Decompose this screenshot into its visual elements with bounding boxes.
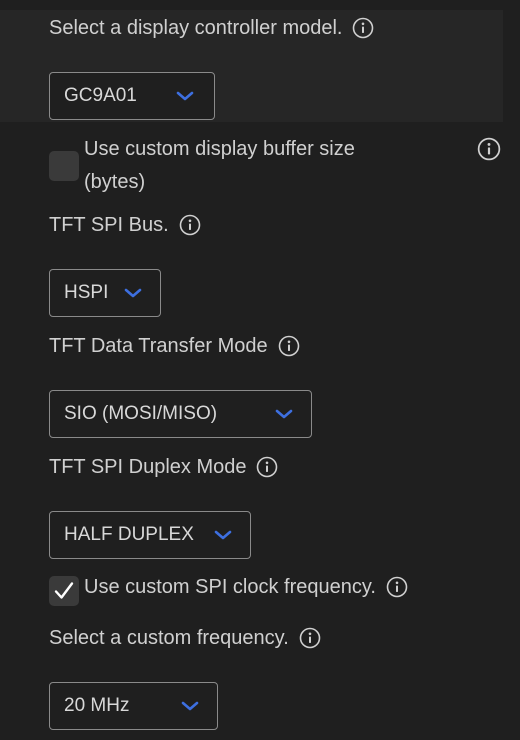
custom-clock-label: Use custom SPI clock frequency. — [84, 576, 376, 598]
display-controller-label: Select a display controller model. — [49, 17, 343, 39]
data-transfer-mode-value: SIO (MOSI/MISO) — [64, 403, 218, 424]
custom-clock-checkbox[interactable] — [49, 576, 79, 606]
chevron-down-icon — [124, 287, 142, 299]
custom-frequency-value: 20 MHz — [64, 695, 130, 716]
spi-bus-label-row: TFT SPI Bus. — [49, 213, 201, 237]
custom-frequency-select[interactable]: 20 MHz — [49, 682, 218, 730]
display-controller-select[interactable]: GC9A01 — [49, 72, 215, 120]
custom-buffer-label: Use custom display buffer size (bytes) — [84, 133, 355, 199]
duplex-mode-label: TFT SPI Duplex Mode — [49, 456, 247, 478]
info-icon[interactable] — [299, 627, 321, 649]
checkmark-icon — [54, 582, 74, 599]
info-icon[interactable] — [278, 335, 300, 357]
info-icon[interactable] — [256, 456, 278, 478]
data-transfer-mode-select[interactable]: SIO (MOSI/MISO) — [49, 390, 312, 438]
info-icon[interactable] — [352, 17, 374, 39]
spi-bus-value: HSPI — [64, 282, 109, 303]
duplex-mode-label-row: TFT SPI Duplex Mode — [49, 455, 278, 479]
custom-frequency-label: Select a custom frequency. — [49, 627, 289, 649]
chevron-down-icon — [176, 90, 194, 102]
custom-frequency-label-row: Select a custom frequency. — [49, 626, 321, 650]
spi-bus-select[interactable]: HSPI — [49, 269, 161, 317]
custom-clock-label-row: Use custom SPI clock frequency. — [84, 575, 408, 599]
display-controller-value: GC9A01 — [64, 85, 137, 106]
custom-buffer-label-line1: Use custom display buffer size — [84, 138, 355, 160]
info-icon[interactable] — [386, 576, 408, 598]
duplex-mode-value: HALF DUPLEX — [64, 524, 194, 545]
data-transfer-mode-label-row: TFT Data Transfer Mode — [49, 334, 300, 358]
duplex-mode-select[interactable]: HALF DUPLEX — [49, 511, 251, 559]
chevron-down-icon — [214, 529, 232, 541]
info-icon[interactable] — [477, 137, 501, 161]
data-transfer-mode-label: TFT Data Transfer Mode — [49, 335, 268, 357]
display-controller-label-row: Select a display controller model. — [49, 16, 374, 40]
custom-buffer-label-line2: (bytes) — [84, 171, 146, 193]
chevron-down-icon — [181, 700, 199, 712]
custom-buffer-checkbox[interactable] — [49, 151, 79, 181]
chevron-down-icon — [275, 408, 293, 420]
info-icon[interactable] — [179, 214, 201, 236]
spi-bus-label: TFT SPI Bus. — [49, 214, 169, 236]
